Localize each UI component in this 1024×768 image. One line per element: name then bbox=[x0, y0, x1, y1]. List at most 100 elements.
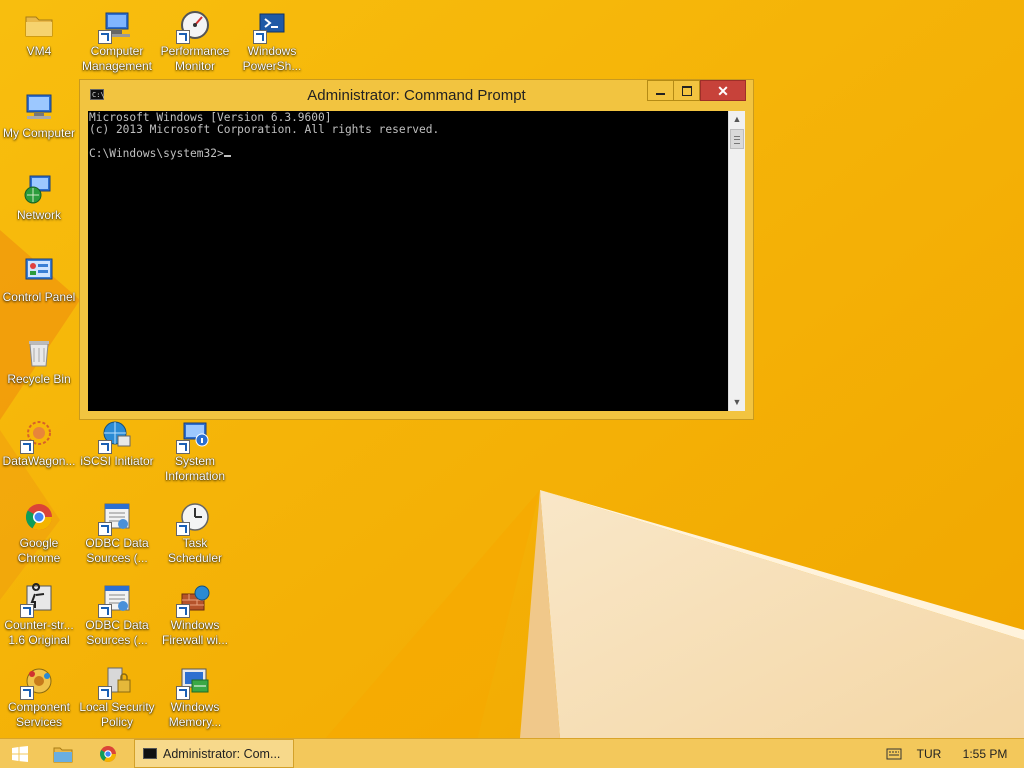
chrome-icon bbox=[22, 500, 56, 534]
shortcut-arrow-icon bbox=[98, 30, 112, 44]
desktop-icon-label: Windows PowerSh... bbox=[242, 44, 302, 73]
folder-icon bbox=[22, 8, 56, 42]
cmd-app-icon bbox=[143, 748, 157, 759]
console-prompt-line[interactable]: C:\Windows\system32> bbox=[89, 148, 728, 160]
desktop-icon-odbc-data-sources-1[interactable]: ODBC Data Sources (... bbox=[78, 500, 156, 566]
desktop-icon-windows-firewall[interactable]: Windows Firewall wi... bbox=[156, 582, 234, 648]
desktop-icon-my-computer[interactable]: My Computer bbox=[0, 90, 78, 141]
recycle-bin-icon bbox=[22, 336, 56, 370]
keyboard-tray-icon[interactable] bbox=[884, 739, 904, 768]
scrollbar-thumb[interactable] bbox=[730, 129, 744, 149]
desktop-icon-task-scheduler[interactable]: Task Scheduler bbox=[156, 500, 234, 566]
desktop-icon-performance-monitor[interactable]: Performance Monitor bbox=[156, 8, 234, 74]
desktop-icon-label: iSCSI Initiator bbox=[80, 454, 154, 468]
vertical-scrollbar[interactable]: ▲ ▼ bbox=[728, 111, 745, 411]
my-computer-icon bbox=[22, 90, 56, 124]
desktop-icon-label: Performance Monitor bbox=[160, 44, 230, 73]
console-output[interactable]: Microsoft Windows [Version 6.3.9600] (c)… bbox=[88, 111, 728, 411]
desktop-icon-label: Component Services bbox=[7, 700, 71, 729]
console-prompt: C:\Windows\system32> bbox=[89, 147, 224, 160]
desktop-icon-computer-management[interactable]: Computer Management bbox=[78, 8, 156, 74]
desktop-icon-label: ODBC Data Sources (... bbox=[85, 536, 149, 565]
desktop-icon-vm4[interactable]: VM4 bbox=[0, 8, 78, 59]
network-icon bbox=[22, 172, 56, 206]
desktop-icon-label: My Computer bbox=[2, 126, 76, 140]
folder-icon bbox=[53, 747, 73, 762]
shortcut-arrow-icon bbox=[20, 604, 34, 618]
counter-strike-icon bbox=[20, 582, 56, 618]
minimize-icon bbox=[656, 92, 665, 95]
keyboard-icon bbox=[886, 748, 902, 759]
close-button[interactable]: ✕ bbox=[700, 80, 746, 101]
powershell-icon bbox=[253, 8, 289, 44]
desktop-icon-local-security-policy[interactable]: Local Security Policy bbox=[78, 664, 156, 730]
firewall-icon bbox=[176, 582, 212, 618]
windows-logo-icon bbox=[12, 745, 28, 762]
desktop-icon-label: Recycle Bin bbox=[7, 372, 71, 386]
chrome-icon bbox=[100, 745, 116, 762]
desktop-icon-network[interactable]: Network bbox=[0, 172, 78, 223]
shortcut-arrow-icon bbox=[253, 30, 267, 44]
desktop-icon-label: ODBC Data Sources (... bbox=[85, 618, 149, 647]
desktop-icon-datawagon[interactable]: DataWagon... bbox=[0, 418, 78, 469]
close-icon: ✕ bbox=[717, 82, 729, 99]
computer-management-icon bbox=[98, 8, 134, 44]
taskbar-chrome[interactable] bbox=[88, 739, 128, 768]
desktop-icon-label: Network bbox=[16, 208, 61, 222]
desktop-icon-label: System Information bbox=[164, 454, 226, 483]
performance-monitor-icon bbox=[176, 8, 212, 44]
desktop-icon-recycle-bin[interactable]: Recycle Bin bbox=[0, 336, 78, 387]
maximize-button[interactable] bbox=[674, 80, 700, 101]
desktop-icon-odbc-data-sources-2[interactable]: ODBC Data Sources (... bbox=[78, 582, 156, 648]
shortcut-arrow-icon bbox=[20, 440, 34, 454]
taskbar-item-label: Administrator: Com... bbox=[163, 746, 281, 761]
window-titlebar[interactable]: C:\ Administrator: Command Prompt ✕ bbox=[80, 80, 753, 110]
odbc-icon bbox=[98, 500, 134, 536]
desktop-icon-label: Counter-str... 1.6 Original bbox=[4, 618, 74, 647]
desktop-icon-label: Windows Memory... bbox=[168, 700, 222, 729]
shortcut-arrow-icon bbox=[176, 686, 190, 700]
desktop-icon-label: Google Chrome bbox=[17, 536, 61, 565]
shortcut-arrow-icon bbox=[176, 604, 190, 618]
shortcut-arrow-icon bbox=[98, 440, 112, 454]
desktop-icon-component-services[interactable]: Component Services bbox=[0, 664, 78, 730]
component-services-icon bbox=[20, 664, 56, 700]
shortcut-arrow-icon bbox=[176, 522, 190, 536]
shortcut-arrow-icon bbox=[176, 440, 190, 454]
desktop-icon-windows-memory-diagnostic[interactable]: Windows Memory... bbox=[156, 664, 234, 730]
shortcut-arrow-icon bbox=[98, 604, 112, 618]
shortcut-arrow-icon bbox=[20, 686, 34, 700]
desktop-icon-label: Windows Firewall wi... bbox=[161, 618, 228, 647]
desktop-icon-label: DataWagon... bbox=[2, 454, 76, 468]
local-security-policy-icon bbox=[98, 664, 134, 700]
system-information-icon bbox=[176, 418, 212, 454]
datawagon-icon bbox=[20, 418, 56, 454]
start-button[interactable] bbox=[0, 739, 40, 768]
desktop-icon-control-panel[interactable]: Control Panel bbox=[0, 254, 78, 305]
scroll-up-arrow-icon[interactable]: ▲ bbox=[729, 111, 745, 128]
desktop-icon-label: Control Panel bbox=[2, 290, 76, 304]
text-cursor bbox=[223, 155, 231, 157]
desktop-icon-google-chrome[interactable]: Google Chrome bbox=[0, 500, 78, 566]
desktop-icon-label: Computer Management bbox=[81, 44, 153, 73]
shortcut-arrow-icon bbox=[98, 522, 112, 536]
clock[interactable]: 1:55 PM bbox=[950, 739, 1020, 768]
language-indicator[interactable]: TUR bbox=[912, 739, 946, 768]
desktop-icon-label: Task Scheduler bbox=[167, 536, 223, 565]
taskbar-command-prompt[interactable]: Administrator: Com... bbox=[134, 739, 294, 768]
memory-diagnostic-icon bbox=[176, 664, 212, 700]
taskbar-file-explorer[interactable] bbox=[44, 739, 82, 768]
task-scheduler-icon bbox=[176, 500, 212, 536]
command-prompt-window[interactable]: C:\ Administrator: Command Prompt ✕ Micr… bbox=[79, 79, 754, 420]
control-panel-icon bbox=[22, 254, 56, 288]
scroll-down-arrow-icon[interactable]: ▼ bbox=[729, 394, 745, 411]
shortcut-arrow-icon bbox=[98, 686, 112, 700]
desktop-icon-counter-strike[interactable]: Counter-str... 1.6 Original bbox=[0, 582, 78, 648]
taskbar: Administrator: Com... TUR 1:55 PM bbox=[0, 738, 1024, 768]
minimize-button[interactable] bbox=[647, 80, 674, 101]
desktop-icon-iscsi-initiator[interactable]: iSCSI Initiator bbox=[78, 418, 156, 469]
desktop-icon-system-information[interactable]: System Information bbox=[156, 418, 234, 484]
maximize-icon bbox=[681, 85, 692, 96]
odbc-icon bbox=[98, 582, 134, 618]
desktop-icon-powershell[interactable]: Windows PowerSh... bbox=[233, 8, 311, 74]
